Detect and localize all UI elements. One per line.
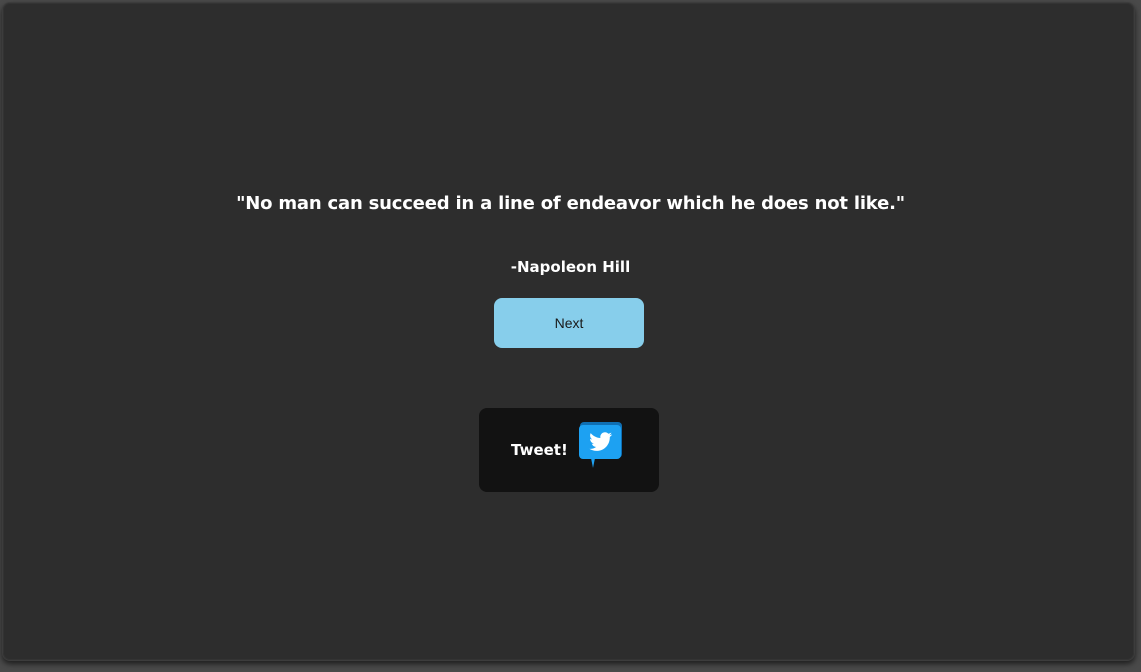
quote-text: "No man can succeed in a line of endeavo… [236,193,905,214]
tweet-label: Tweet! [511,441,568,459]
next-button[interactable]: Next [494,298,644,348]
twitter-icon [579,422,622,468]
quote-author: -Napoleon Hill [510,258,631,276]
tweet-button[interactable]: Tweet! [479,408,659,492]
quote-app: "No man can succeed in a line of endeavo… [0,0,1141,672]
